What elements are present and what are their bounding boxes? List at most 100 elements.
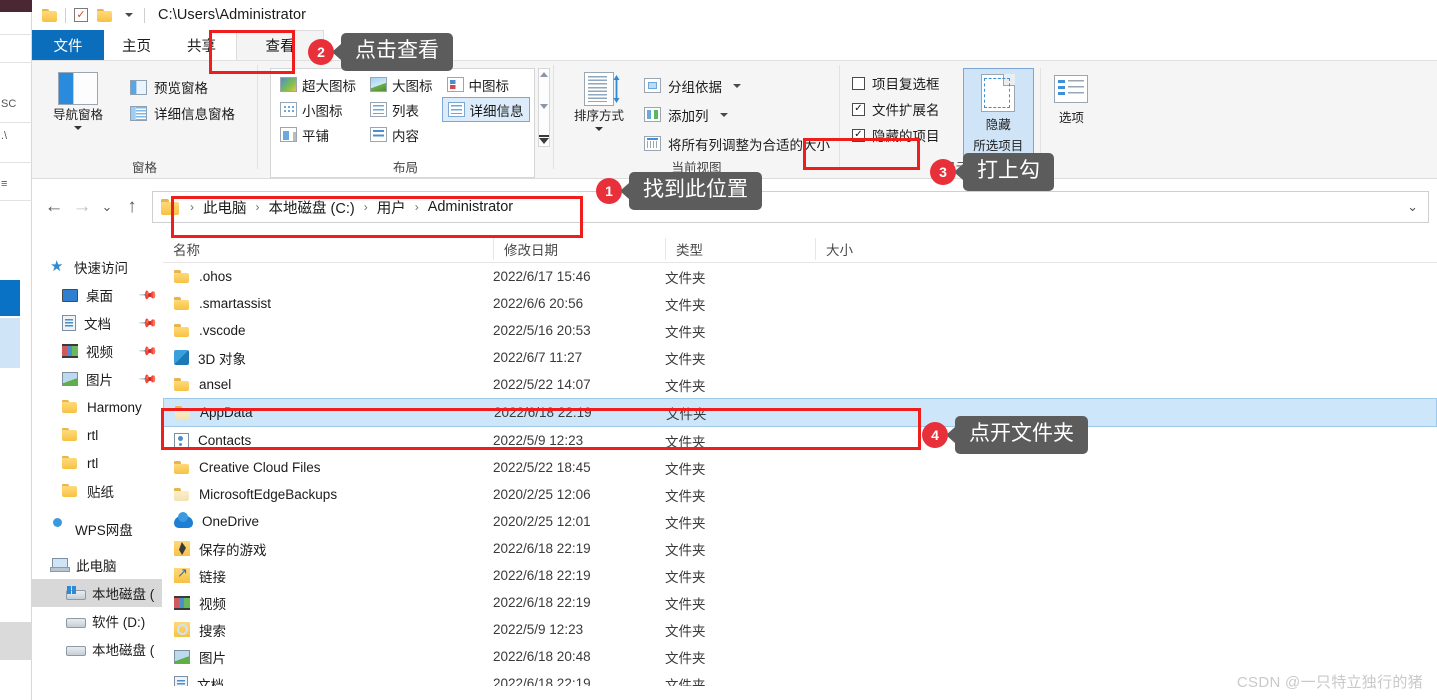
group-by-button[interactable]: 分组依据 bbox=[644, 71, 830, 100]
sidebar-item-local-disk-2[interactable]: 本地磁盘 ( bbox=[32, 635, 162, 663]
recent-locations-button[interactable]: ⌄ bbox=[96, 193, 118, 221]
table-row[interactable]: .smartassist 2022/6/6 20:56 文件夹 bbox=[163, 290, 1437, 317]
background-window: SC .\ ≡ bbox=[0, 12, 32, 700]
hidden-items-toggle[interactable]: ✓ 隐藏的项目 bbox=[852, 122, 963, 148]
scroll-up-icon[interactable] bbox=[539, 72, 548, 77]
file-date: 2022/6/7 11:27 bbox=[493, 350, 583, 365]
column-date-modified[interactable]: 修改日期 bbox=[493, 237, 665, 260]
table-row-selected[interactable]: AppData 2022/6/18 22:19 文件夹 bbox=[163, 398, 1437, 427]
layout-gallery-scrollbar[interactable] bbox=[537, 68, 550, 147]
pin-icon: 📌 bbox=[138, 284, 159, 306]
breadcrumb-separator[interactable]: › bbox=[184, 200, 200, 214]
gallery-more-icon[interactable] bbox=[538, 135, 549, 144]
tab-home[interactable]: 主页 bbox=[104, 30, 169, 60]
table-row[interactable]: 链接 2022/6/18 22:19 文件夹 bbox=[163, 562, 1437, 589]
add-column-button[interactable]: 添加列 bbox=[644, 100, 830, 129]
drive-icon bbox=[66, 643, 86, 656]
ribbon-group-layout: 超大图标 大图标 中图标 小图标 列表 详细信息 平铺 内容 布局 bbox=[258, 61, 553, 178]
breadcrumb-item-0[interactable]: 此电脑 bbox=[200, 197, 250, 218]
view-list[interactable]: 列表 bbox=[365, 97, 438, 122]
sidebar-item-label: 此电脑 bbox=[76, 559, 117, 574]
chevron-down-icon[interactable] bbox=[595, 127, 603, 132]
view-label: 内容 bbox=[392, 128, 419, 144]
table-row[interactable]: OneDrive 2020/2/25 12:01 文件夹 bbox=[163, 508, 1437, 535]
tab-share[interactable]: 共享 bbox=[169, 30, 234, 60]
sidebar-item-rtl-2[interactable]: rtl bbox=[32, 449, 162, 477]
file-explorer-window: ✓ C:\Users\Administrator 文件 主页 共享 查看 导航窗… bbox=[32, 0, 1437, 700]
breadcrumb-separator[interactable]: › bbox=[358, 200, 374, 214]
table-row[interactable]: 搜索 2022/5/9 12:23 文件夹 bbox=[163, 616, 1437, 643]
table-row[interactable]: .vscode 2022/5/16 20:53 文件夹 bbox=[163, 317, 1437, 344]
breadcrumb-separator[interactable]: › bbox=[409, 200, 425, 214]
sidebar-item-label: WPS网盘 bbox=[75, 523, 133, 538]
chevron-down-icon[interactable]: ⌄ bbox=[1407, 199, 1420, 215]
breadcrumb-item-1[interactable]: 本地磁盘 (C:) bbox=[266, 197, 358, 218]
column-size[interactable]: 大小 bbox=[815, 237, 915, 260]
view-large-icons[interactable]: 大图标 bbox=[365, 72, 438, 97]
hide-selected-items-button[interactable]: 隐藏 所选项目 bbox=[962, 68, 1034, 164]
table-row[interactable]: 视频 2022/6/18 22:19 文件夹 bbox=[163, 589, 1437, 616]
sidebar-item-this-pc[interactable]: 此电脑 bbox=[32, 551, 162, 579]
tab-file[interactable]: 文件 bbox=[32, 30, 104, 60]
table-row[interactable]: Contacts 2022/5/9 12:23 文件夹 bbox=[163, 427, 1437, 454]
divider bbox=[144, 7, 145, 23]
breadcrumb-separator[interactable]: › bbox=[250, 200, 266, 214]
view-small-icons[interactable]: 小图标 bbox=[275, 97, 361, 122]
view-medium-icons[interactable]: 中图标 bbox=[442, 72, 530, 97]
sidebar-item-videos[interactable]: 视频 📌 bbox=[32, 337, 162, 365]
table-row[interactable]: 3D 对象 2022/6/7 11:27 文件夹 bbox=[163, 344, 1437, 371]
size-all-columns-button[interactable]: 将所有列调整为合适的大小 bbox=[644, 129, 830, 158]
checkbox-checked-icon: ✓ bbox=[852, 102, 865, 116]
large-icons-icon bbox=[370, 77, 387, 92]
breadcrumb-bar[interactable]: › 此电脑 › 本地磁盘 (C:) › 用户 › Administrator ⌄ bbox=[152, 191, 1429, 223]
back-button[interactable]: ← bbox=[40, 193, 68, 221]
preview-pane-icon bbox=[130, 79, 147, 95]
breadcrumb-item-2[interactable]: 用户 bbox=[374, 197, 409, 218]
file-type: 文件夹 bbox=[665, 569, 706, 585]
ribbon-tab-bar: 文件 主页 共享 查看 bbox=[32, 30, 1437, 60]
sidebar-item-label: 本地磁盘 ( bbox=[92, 587, 155, 602]
preview-pane-button[interactable]: 预览窗格 bbox=[130, 74, 235, 100]
forward-button[interactable]: → bbox=[68, 193, 96, 221]
chevron-down-icon[interactable] bbox=[719, 112, 728, 117]
table-row[interactable]: 图片 2022/6/18 20:48 文件夹 bbox=[163, 643, 1437, 670]
sidebar-item-rtl-1[interactable]: rtl bbox=[32, 421, 162, 449]
view-extra-large-icons[interactable]: 超大图标 bbox=[275, 72, 361, 97]
table-row[interactable]: .ohos 2022/6/17 15:46 文件夹 bbox=[163, 263, 1437, 290]
sidebar-item-desktop[interactable]: 桌面 📌 bbox=[32, 281, 162, 309]
file-name: MicrosoftEdgeBackups bbox=[199, 487, 338, 502]
title-bar: ✓ C:\Users\Administrator bbox=[32, 0, 1437, 30]
table-row[interactable]: 保存的游戏 2022/6/18 22:19 文件夹 bbox=[163, 535, 1437, 562]
sidebar-item-local-disk-c[interactable]: 本地磁盘 ( bbox=[32, 579, 162, 607]
sidebar-item-documents[interactable]: 文档 📌 bbox=[32, 309, 162, 337]
customize-dropdown-icon[interactable] bbox=[117, 3, 141, 27]
chevron-down-icon[interactable] bbox=[74, 126, 82, 131]
breadcrumb-item-3[interactable]: Administrator bbox=[425, 199, 516, 215]
video-icon bbox=[62, 344, 78, 358]
table-row[interactable]: MicrosoftEdgeBackups 2020/2/25 12:06 文件夹 bbox=[163, 481, 1437, 508]
scroll-down-icon[interactable] bbox=[539, 103, 548, 109]
divider bbox=[65, 7, 66, 23]
up-button[interactable]: ↑ bbox=[118, 193, 146, 221]
item-checkboxes-toggle[interactable]: 项目复选框 bbox=[852, 70, 963, 96]
sidebar-item-wps-cloud[interactable]: WPS网盘 bbox=[32, 515, 162, 543]
sidebar-item-software-d[interactable]: 软件 (D:) bbox=[32, 607, 162, 635]
view-details[interactable]: 详细信息 bbox=[441, 97, 530, 122]
file-extensions-toggle[interactable]: ✓ 文件扩展名 bbox=[852, 96, 963, 122]
sidebar-item-harmony[interactable]: Harmony bbox=[32, 393, 162, 421]
view-tiles[interactable]: 平铺 bbox=[275, 122, 361, 147]
properties-checkbox-icon[interactable]: ✓ bbox=[69, 3, 93, 27]
chevron-down-icon[interactable] bbox=[733, 83, 741, 88]
sidebar-item-quick-access[interactable]: 快速访问 bbox=[32, 253, 162, 281]
sidebar-item-stickers[interactable]: 贴纸 bbox=[32, 477, 162, 505]
table-row[interactable]: ansel 2022/5/22 14:07 文件夹 bbox=[163, 371, 1437, 398]
table-row[interactable]: Creative Cloud Files 2022/5/22 18:45 文件夹 bbox=[163, 454, 1437, 481]
sidebar-item-pictures[interactable]: 图片 📌 bbox=[32, 365, 162, 393]
file-date: 2022/6/18 20:48 bbox=[493, 649, 591, 664]
new-folder-icon[interactable] bbox=[93, 3, 117, 27]
column-type[interactable]: 类型 bbox=[665, 237, 815, 260]
view-content[interactable]: 内容 bbox=[365, 122, 438, 147]
details-pane-button[interactable]: 详细信息窗格 bbox=[130, 100, 235, 126]
file-date: 2020/2/25 12:06 bbox=[493, 487, 591, 502]
view-label: 中图标 bbox=[468, 78, 510, 94]
